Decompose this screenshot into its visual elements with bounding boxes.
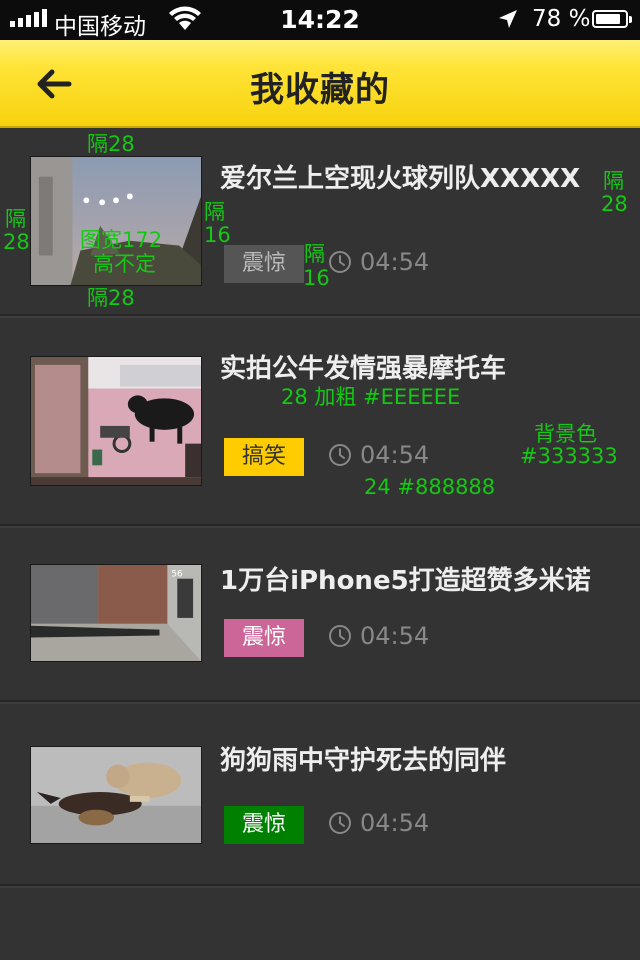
duration-meta: 04:54 (328, 621, 429, 651)
clock-icon (329, 251, 351, 273)
duration-text: 04:54 (360, 809, 430, 837)
nav-header: 我收藏的 (0, 40, 640, 128)
background-annotation: 背景色 (534, 422, 597, 446)
background-annotation: #333333 (520, 444, 618, 468)
dog-rain-thumbnail[interactable] (30, 746, 202, 844)
spacing-annotation: 隔 (204, 200, 225, 224)
video-title: 爱尔兰上空现火球列队XXXXX (220, 164, 581, 194)
spacing-annotation: 隔 (304, 242, 325, 266)
spacing-annotation: 28 (601, 192, 628, 216)
list-item[interactable]: 56 1万台iPhone5打造超赞多米诺 震惊 04:54 (0, 526, 640, 702)
image-width-annotation: 图宽172 (80, 228, 163, 252)
category-tag: 震惊 (224, 245, 304, 283)
spacing-annotation: 隔 (5, 207, 26, 231)
clock-icon (329, 444, 351, 466)
time-style-annotation: 24 #888888 (364, 475, 496, 499)
duration-text: 04:54 (360, 441, 430, 469)
spacing-annotation: 隔28 (87, 286, 135, 310)
category-tag: 震惊 (224, 619, 304, 657)
duration-text: 04:54 (360, 248, 430, 276)
clock-icon (329, 625, 351, 647)
bull-motorcycle-thumbnail[interactable] (30, 356, 202, 486)
clock-icon (329, 812, 351, 834)
category-tag: 搞笑 (224, 438, 304, 476)
video-title: 实拍公牛发情强暴摩托车 (220, 354, 507, 384)
battery-percentage: 78 % (532, 6, 591, 32)
iphone-domino-thumbnail[interactable]: 56 (30, 564, 202, 662)
video-title: 1万台iPhone5打造超赞多米诺 (220, 566, 591, 596)
screen: 中国移动 14:22 78 % 我收藏的 爱尔兰上空现火球列队XXXXX 震惊 … (0, 0, 640, 960)
duration-meta: 04:54 (328, 247, 429, 277)
duration-meta: 04:54 (328, 440, 429, 470)
page-title: 我收藏的 (250, 70, 390, 110)
spacing-annotation: 隔 (603, 169, 624, 193)
spacing-annotation: 16 (303, 266, 330, 290)
category-tag: 震惊 (224, 806, 304, 844)
spacing-annotation: 28 (3, 230, 30, 254)
title-style-annotation: 28 加粗 #EEEEEE (281, 385, 461, 409)
status-bar: 中国移动 14:22 78 % (0, 0, 640, 40)
svg-text:56: 56 (171, 570, 183, 580)
duration-text: 04:54 (360, 622, 430, 650)
video-title: 狗狗雨中守护死去的同伴 (220, 746, 507, 776)
list-item[interactable]: 狗狗雨中守护死去的同伴 震惊 04:54 (0, 702, 640, 886)
location-arrow-icon (499, 10, 517, 28)
duration-meta: 04:54 (328, 808, 429, 838)
battery-icon (592, 10, 632, 28)
spacing-annotation: 16 (204, 223, 231, 247)
list-item[interactable]: 实拍公牛发情强暴摩托车 搞笑 04:54 (0, 316, 640, 526)
spacing-annotation: 隔28 (87, 132, 135, 156)
image-width-annotation: 高不定 (93, 252, 156, 276)
